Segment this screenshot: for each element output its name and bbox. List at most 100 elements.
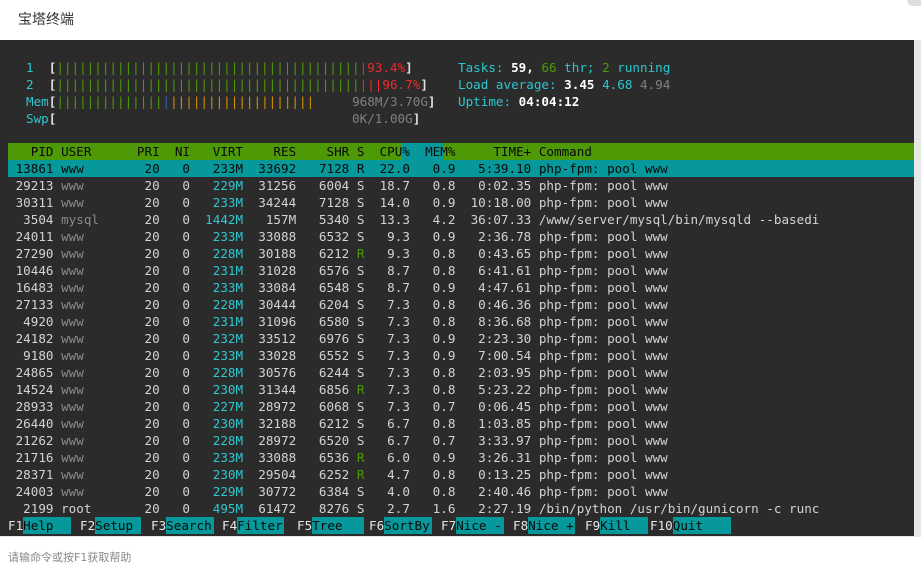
table-row[interactable]: 27133 www 20 0 228M 30444 6204 S 7.3 0.8… <box>8 296 668 313</box>
cell-user: www <box>53 416 122 431</box>
cell-s: S <box>349 331 365 346</box>
table-row[interactable]: 13861 www 20 0 233M 33692 7128 R 22.0 0.… <box>8 160 668 177</box>
table-row[interactable]: 21262 www 20 0 228M 28972 6520 S 6.7 0.7… <box>8 432 668 449</box>
meter-label: Swp <box>26 111 49 126</box>
cell-shr: 6004 <box>296 178 350 193</box>
meter-bar: | <box>162 94 171 109</box>
cell-user: www <box>53 433 122 448</box>
fkey-search[interactable]: F3Search <box>151 517 215 534</box>
meter-bar: ||||||||||||||||||| <box>170 94 315 109</box>
table-row[interactable]: 4920 www 20 0 231M 31096 6580 S 7.3 0.8 … <box>8 313 668 330</box>
terminal[interactable]: 1 [|||||||||||||||||||||||||||||||||||||… <box>0 40 921 536</box>
cell-time: 5:39.10 <box>455 161 532 176</box>
cell-virt: 233M <box>190 161 244 176</box>
cell-s: S <box>349 501 365 516</box>
fkey-nice[interactable]: F8Nice + <box>513 517 576 534</box>
uptime-line: Uptime: 04:04:12 <box>458 93 579 110</box>
cell-ni: 0 <box>159 382 191 397</box>
table-row[interactable]: 9180 www 20 0 233M 33028 6552 S 7.3 0.9 … <box>8 347 668 364</box>
table-row[interactable]: 24182 www 20 0 232M 33512 6976 S 7.3 0.9… <box>8 330 668 347</box>
table-row[interactable]: 30311 www 20 0 233M 34244 7128 S 14.0 0.… <box>8 194 668 211</box>
cell-ni: 0 <box>159 229 191 244</box>
fkey-setup[interactable]: F2Setup <box>80 517 142 534</box>
load-label: Load average: <box>458 77 565 92</box>
cell-user: www <box>53 450 122 465</box>
command-input-area[interactable]: 请输命令或按F1获取帮助 <box>0 536 921 564</box>
cell-pid: 4920 <box>8 314 54 329</box>
cell-ni: 0 <box>159 348 191 363</box>
column-header: Command <box>531 144 592 159</box>
table-row[interactable]: 3504 mysql 20 0 1442M 157M 5340 S 13.3 4… <box>8 211 819 228</box>
cell-cmd: php-fpm: pool www <box>531 484 668 499</box>
table-row[interactable]: 28371 www 20 0 230M 29504 6252 R 4.7 0.8… <box>8 466 668 483</box>
cell-ni: 0 <box>159 263 191 278</box>
window-titlebar: 宝塔终端 <box>0 0 921 40</box>
cell-mem: 0.8 <box>409 416 456 431</box>
cell-res: 31256 <box>243 178 297 193</box>
fkey-label: Help <box>23 517 72 534</box>
cell-virt: 230M <box>190 467 244 482</box>
cell-pid: 28371 <box>8 467 54 482</box>
table-row[interactable]: 14524 www 20 0 230M 31344 6856 R 7.3 0.8… <box>8 381 668 398</box>
table-row[interactable]: 24011 www 20 0 233M 33088 6532 S 9.3 0.9… <box>8 228 668 245</box>
cell-mem: 0.9 <box>409 161 456 176</box>
fkey-sortby[interactable]: F6SortBy <box>369 517 433 534</box>
fkey-tree[interactable]: F5Tree <box>297 517 365 534</box>
fkey-help[interactable]: F1Help <box>8 517 72 534</box>
fkey-kill[interactable]: F9Kill <box>585 517 649 534</box>
cell-shr: 6580 <box>296 314 350 329</box>
cell-s: S <box>349 484 365 499</box>
cell-cpu: 14.0 <box>364 195 410 210</box>
cell-user: www <box>53 331 122 346</box>
fkey-filter[interactable]: F4Filter <box>222 517 285 534</box>
cell-virt: 228M <box>190 433 244 448</box>
cell-mem: 0.9 <box>409 280 456 295</box>
cell-cpu: 13.3 <box>364 212 410 227</box>
cell-mem: 0.8 <box>409 382 456 397</box>
table-row[interactable]: 27290 www 20 0 228M 30188 6212 R 9.3 0.8… <box>8 245 668 262</box>
cell-cpu: 7.3 <box>364 314 410 329</box>
fkey-key: F7 <box>441 518 457 533</box>
cell-ni: 0 <box>159 246 191 261</box>
tasks-line: Tasks: 59, 66 thr; 2 running <box>458 60 671 75</box>
scrollbar[interactable] <box>914 40 921 536</box>
table-row[interactable]: 16483 www 20 0 233M 33084 6548 S 8.7 0.9… <box>8 279 668 296</box>
cell-pri: 20 <box>121 484 160 499</box>
fkey-key: F5 <box>297 518 313 533</box>
meter-label: Mem <box>26 94 49 109</box>
table-row[interactable]: 26440 www 20 0 230M 32188 6212 S 6.7 0.8… <box>8 415 668 432</box>
table-row[interactable]: 28933 www 20 0 227M 28972 6068 S 7.3 0.7… <box>8 398 668 415</box>
column-header: USER <box>53 144 122 159</box>
cell-cpu: 6.0 <box>364 450 410 465</box>
cell-pid: 21262 <box>8 433 54 448</box>
close-icon[interactable] <box>907 0 921 6</box>
cell-mem: 0.8 <box>409 263 456 278</box>
cell-user: www <box>53 178 122 193</box>
cell-pri: 20 <box>121 450 160 465</box>
table-row[interactable]: 2199 root 20 0 495M 61472 8276 S 2.7 1.6… <box>8 500 819 517</box>
cell-s: R <box>349 246 365 261</box>
cell-time: 2:36.78 <box>455 229 532 244</box>
thread-count: 66 <box>541 60 557 75</box>
table-row[interactable]: 24003 www 20 0 229M 30772 6384 S 4.0 0.8… <box>8 483 668 500</box>
table-row[interactable]: 10446 www 20 0 231M 31028 6576 S 8.7 0.8… <box>8 262 668 279</box>
load-15: 4.94 <box>640 77 671 92</box>
cell-time: 3:33.97 <box>455 433 532 448</box>
cell-pid: 10446 <box>8 263 54 278</box>
fkey-quit[interactable]: F10Quit <box>650 517 731 534</box>
cell-pid: 24865 <box>8 365 54 380</box>
table-row[interactable]: 21716 www 20 0 233M 33088 6536 R 6.0 0.9… <box>8 449 668 466</box>
table-row[interactable]: 24865 www 20 0 228M 30576 6244 S 7.3 0.8… <box>8 364 668 381</box>
cell-cmd: php-fpm: pool www <box>531 229 668 244</box>
cell-virt: 230M <box>190 416 244 431</box>
cell-cmd: /www/server/mysql/bin/mysqld --basedi <box>531 212 820 227</box>
cell-s: S <box>349 229 365 244</box>
cell-pri: 20 <box>121 178 160 193</box>
cell-mem: 0.8 <box>409 467 456 482</box>
cell-ni: 0 <box>159 416 191 431</box>
cell-cpu: 7.3 <box>364 348 410 363</box>
cell-ni: 0 <box>159 450 191 465</box>
table-row[interactable]: 29213 www 20 0 229M 31256 6004 S 18.7 0.… <box>8 177 668 194</box>
cell-cpu: 6.7 <box>364 416 410 431</box>
fkey-nice[interactable]: F7Nice - <box>441 517 505 534</box>
